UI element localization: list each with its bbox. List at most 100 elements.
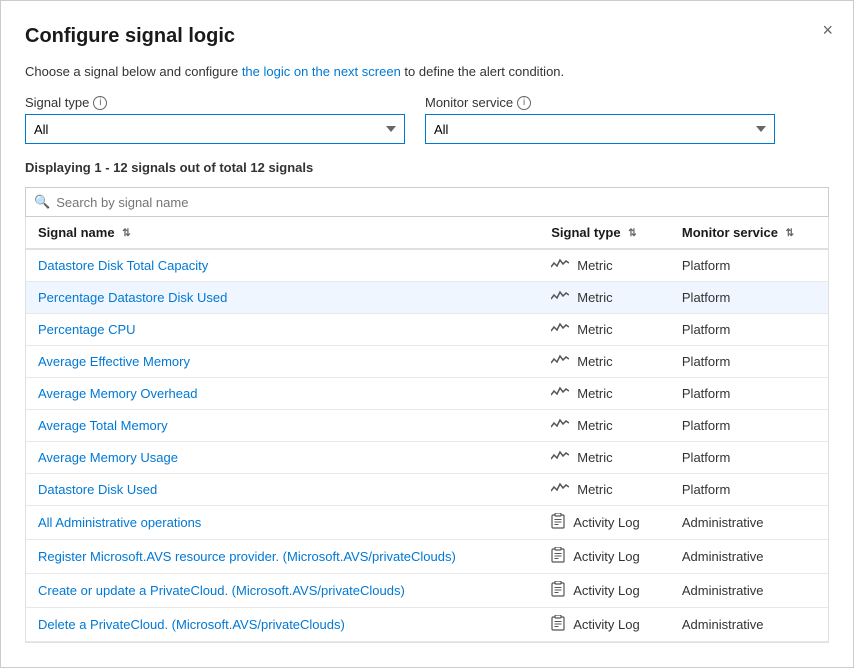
signal-name-cell: Percentage Datastore Disk Used [26, 282, 539, 314]
signal-name-cell: Average Effective Memory [26, 346, 539, 378]
activity-log-icon [551, 581, 565, 600]
table-row[interactable]: Average Memory Usage Metric Platform [26, 442, 828, 474]
metric-icon [551, 353, 569, 370]
monitor-service-cell: Platform [670, 249, 828, 282]
signal-type-select[interactable]: All Metric Activity Log [25, 114, 405, 144]
monitor-service-cell: Platform [670, 314, 828, 346]
signals-table: Signal name ⇅ Signal type ⇅ Monitor serv… [26, 217, 828, 642]
activity-log-icon [551, 547, 565, 566]
displaying-text: Displaying 1 - 12 signals out of total 1… [25, 160, 829, 175]
signal-type-cell: Metric [539, 474, 670, 506]
metric-icon [551, 385, 569, 402]
signal-name-cell: Average Memory Overhead [26, 378, 539, 410]
table-row[interactable]: Create or update a PrivateCloud. (Micros… [26, 574, 828, 608]
signal-type-cell: Metric [539, 346, 670, 378]
signal-name-cell: Datastore Disk Used [26, 474, 539, 506]
signal-type-group: Signal type i All Metric Activity Log [25, 95, 405, 144]
signal-type-cell: Metric [539, 282, 670, 314]
signal-name-link[interactable]: Percentage CPU [38, 322, 136, 337]
signal-type-cell: Activity Log [539, 608, 670, 642]
signal-type-text: Metric [577, 258, 612, 273]
signal-type-text: Activity Log [573, 617, 639, 632]
metric-icon [551, 321, 569, 338]
signal-name-link[interactable]: Average Memory Usage [38, 450, 178, 465]
signal-type-cell: Metric [539, 410, 670, 442]
dropdowns-row: Signal type i All Metric Activity Log Mo… [25, 95, 829, 144]
monitor-service-cell: Platform [670, 474, 828, 506]
signal-type-info-icon[interactable]: i [93, 96, 107, 110]
monitor-service-cell: Platform [670, 442, 828, 474]
metric-icon [551, 481, 569, 498]
signal-type-label: Signal type i [25, 95, 405, 110]
table-header-row: Signal name ⇅ Signal type ⇅ Monitor serv… [26, 217, 828, 249]
monitor-service-cell: Administrative [670, 608, 828, 642]
close-button[interactable]: × [822, 21, 833, 39]
metric-icon [551, 417, 569, 434]
search-input[interactable] [56, 195, 820, 210]
col-signal-name[interactable]: Signal name ⇅ [26, 217, 539, 249]
signals-table-wrapper: Signal name ⇅ Signal type ⇅ Monitor serv… [25, 217, 829, 643]
metric-icon [551, 449, 569, 466]
signal-name-cell: Delete a PrivateCloud. (Microsoft.AVS/pr… [26, 608, 539, 642]
monitor-service-cell: Administrative [670, 506, 828, 540]
signal-name-link[interactable]: All Administrative operations [38, 515, 201, 530]
monitor-service-cell: Platform [670, 282, 828, 314]
table-row[interactable]: Datastore Disk Total Capacity Metric Platf… [26, 249, 828, 282]
signal-type-text: Metric [577, 322, 612, 337]
activity-log-icon [551, 615, 565, 634]
signal-name-cell: Average Memory Usage [26, 442, 539, 474]
table-row[interactable]: Datastore Disk Used Metric Platform [26, 474, 828, 506]
monitor-service-group: Monitor service i All Platform Administr… [425, 95, 775, 144]
signal-name-link[interactable]: Percentage Datastore Disk Used [38, 290, 227, 305]
signal-type-cell: Metric [539, 378, 670, 410]
table-row[interactable]: Register Microsoft.AVS resource provider… [26, 540, 828, 574]
monitor-service-cell: Platform [670, 346, 828, 378]
table-row[interactable]: All Administrative operations Activity Lo… [26, 506, 828, 540]
signal-type-cell: Activity Log [539, 506, 670, 540]
signal-name-link[interactable]: Datastore Disk Total Capacity [38, 258, 208, 273]
signal-type-text: Metric [577, 450, 612, 465]
table-row[interactable]: Average Memory OverheadMetricPlatform [26, 378, 828, 410]
signal-name-sort-icon: ⇅ [122, 228, 130, 239]
table-row[interactable]: Percentage CPU Metric Platform [26, 314, 828, 346]
signal-name-cell: Average Total Memory [26, 410, 539, 442]
description-link[interactable]: the logic on the next screen [242, 64, 401, 79]
signal-name-link[interactable]: Average Total Memory [38, 418, 168, 433]
signal-name-link[interactable]: Register Microsoft.AVS resource provider… [38, 549, 456, 564]
signal-type-text: Metric [577, 290, 612, 305]
signal-name-link[interactable]: Average Effective Memory [38, 354, 190, 369]
signal-name-link[interactable]: Average Memory Overhead [38, 386, 197, 401]
signal-name-link[interactable]: Create or update a PrivateCloud. (Micros… [38, 583, 405, 598]
monitor-service-label: Monitor service i [425, 95, 775, 110]
signal-name-cell: All Administrative operations [26, 506, 539, 540]
signal-name-cell: Percentage CPU [26, 314, 539, 346]
signal-type-text: Activity Log [573, 583, 639, 598]
col-signal-type[interactable]: Signal type ⇅ [539, 217, 670, 249]
table-row[interactable]: Average Effective Memory MetricPlatform [26, 346, 828, 378]
signal-name-cell: Register Microsoft.AVS resource provider… [26, 540, 539, 574]
signal-type-sort-icon: ⇅ [628, 228, 636, 239]
metric-icon [551, 289, 569, 306]
signal-type-cell: Metric [539, 442, 670, 474]
signal-type-text: Metric [577, 386, 612, 401]
table-row[interactable]: Average Total Memory MetricPlatform [26, 410, 828, 442]
table-row[interactable]: Delete a PrivateCloud. (Microsoft.AVS/pr… [26, 608, 828, 642]
monitor-service-cell: Platform [670, 410, 828, 442]
activity-log-icon [551, 513, 565, 532]
signal-type-text: Activity Log [573, 515, 639, 530]
dialog-title: Configure signal logic [25, 25, 829, 48]
signal-name-link[interactable]: Datastore Disk Used [38, 482, 157, 497]
signal-name-link[interactable]: Delete a PrivateCloud. (Microsoft.AVS/pr… [38, 617, 345, 632]
col-monitor-service[interactable]: Monitor service ⇅ [670, 217, 828, 249]
signal-name-cell: Create or update a PrivateCloud. (Micros… [26, 574, 539, 608]
description-text: Choose a signal below and configure the … [25, 64, 829, 79]
signal-type-text: Activity Log [573, 549, 639, 564]
signal-type-text: Metric [577, 482, 612, 497]
table-row[interactable]: Percentage Datastore Disk Used Metric Plat… [26, 282, 828, 314]
monitor-service-cell: Administrative [670, 574, 828, 608]
monitor-service-info-icon[interactable]: i [517, 96, 531, 110]
signal-name-cell: Datastore Disk Total Capacity [26, 249, 539, 282]
monitor-service-select[interactable]: All Platform Administrative [425, 114, 775, 144]
monitor-service-cell: Administrative [670, 540, 828, 574]
signal-type-cell: Metric [539, 314, 670, 346]
